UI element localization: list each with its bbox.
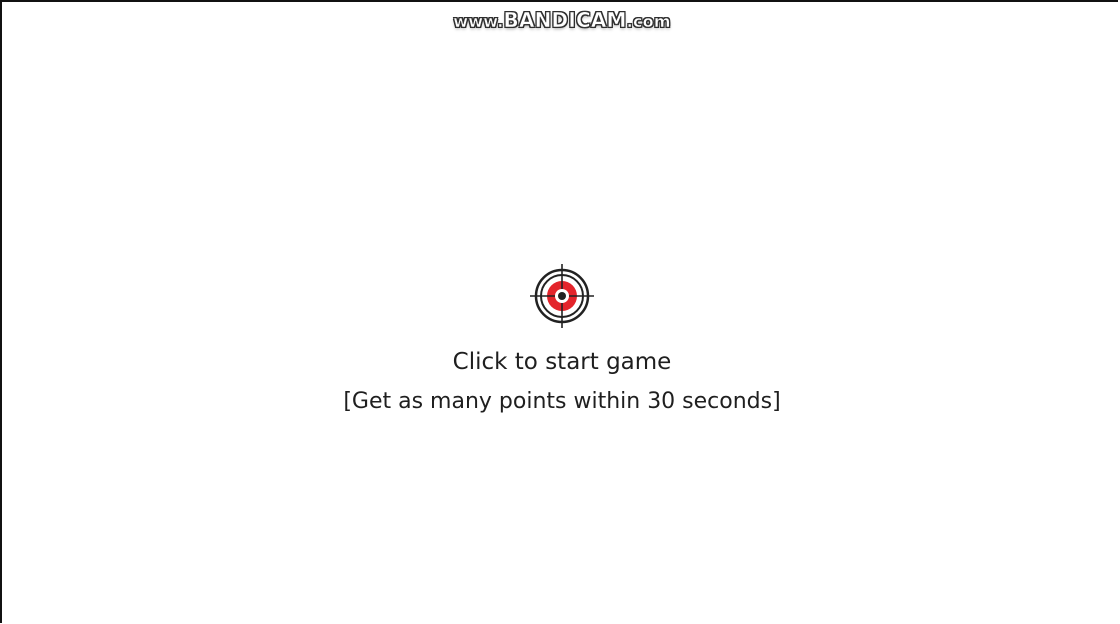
game-canvas[interactable]: www.BANDICAM.com Click to start game [Ge… [0,0,1118,623]
crosshair-target-icon [530,264,594,328]
game-instructions: [Get as many points within 30 seconds] [343,389,781,414]
watermark-suffix: .com [626,12,671,32]
start-game-panel[interactable]: Click to start game [Get as many points … [2,264,1120,434]
watermark-brand: BANDICAM [503,8,627,33]
bandicam-watermark: www.BANDICAM.com [2,8,1120,33]
start-game-label[interactable]: Click to start game [453,348,672,376]
watermark-prefix: www. [453,12,504,32]
